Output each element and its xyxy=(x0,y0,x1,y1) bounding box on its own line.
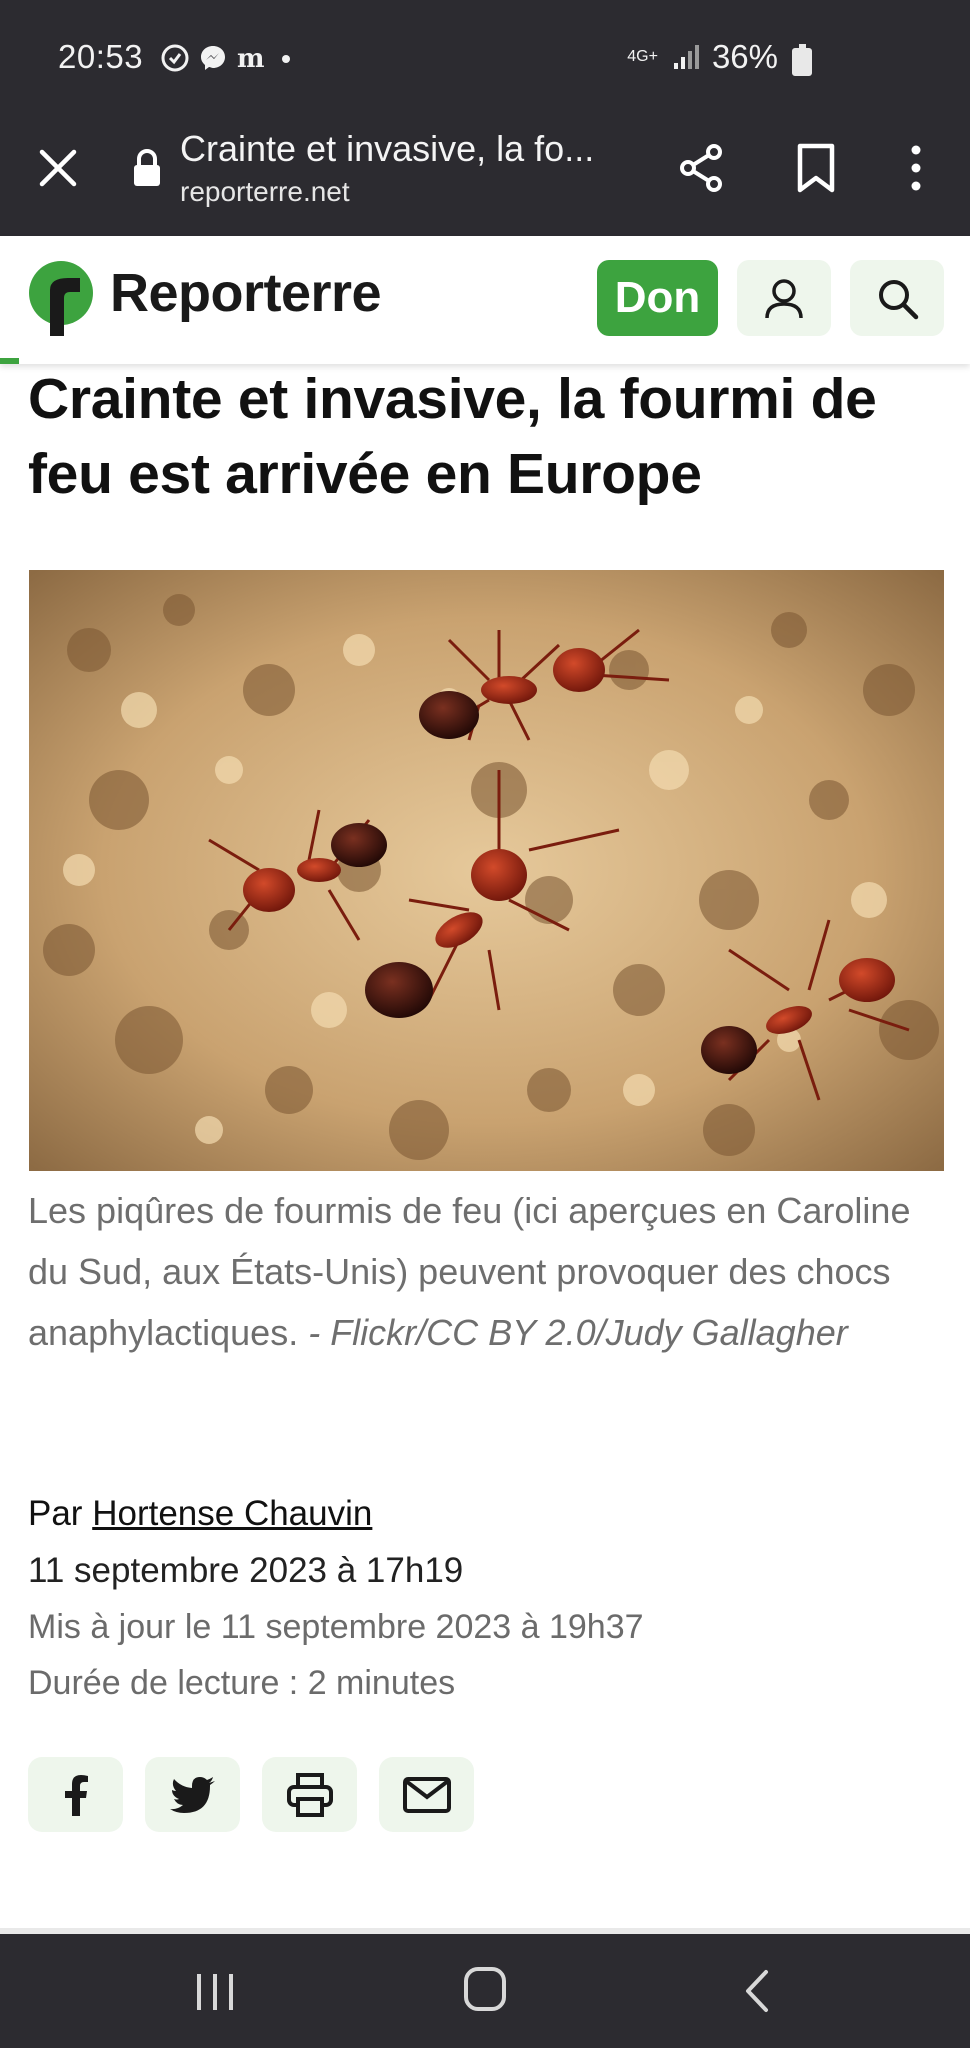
byline-prefix: Par xyxy=(28,1494,93,1533)
image-caption: Les piqûres de fourmis de feu (ici aperç… xyxy=(28,1180,948,1363)
facebook-icon xyxy=(64,1774,88,1816)
sync-icon xyxy=(161,44,189,72)
lock-icon xyxy=(134,149,160,186)
share-buttons xyxy=(28,1757,474,1832)
updated-date: Mis à jour le 11 septembre 2023 à 19h37 xyxy=(28,1608,644,1646)
reading-progress-fill xyxy=(0,358,20,364)
account-button[interactable] xyxy=(737,260,831,336)
status-bar: 20:53 m 4G+ 36% xyxy=(0,0,970,118)
system-nav-bar xyxy=(0,1934,970,2048)
share-icon[interactable] xyxy=(676,142,728,194)
publish-date: 11 septembre 2023 à 17h19 xyxy=(28,1551,464,1590)
reading-time: Durée de lecture : 2 minutes xyxy=(28,1664,456,1702)
print-icon xyxy=(286,1772,333,1817)
search-icon xyxy=(879,280,919,320)
network-type: 4G+ xyxy=(627,48,658,65)
user-icon xyxy=(765,279,803,319)
page-title: Crainte et invasive, la fo... xyxy=(180,128,595,169)
mail-icon xyxy=(402,1776,451,1813)
caption-credit: - Flickr/CC BY 2.0/Judy Gallagher xyxy=(298,1312,848,1353)
back-icon[interactable] xyxy=(742,1968,772,2014)
bookmark-icon[interactable] xyxy=(794,142,838,194)
reporterre-logo-icon[interactable] xyxy=(28,260,94,336)
battery-icon xyxy=(792,44,812,76)
share-email-button[interactable] xyxy=(379,1757,474,1832)
browser-toolbar: Crainte et invasive, la fo... reporterre… xyxy=(0,118,970,236)
messenger-icon xyxy=(201,46,225,70)
close-icon[interactable] xyxy=(36,146,80,190)
recent-apps-icon[interactable] xyxy=(193,1972,237,2012)
signal-icon xyxy=(673,45,699,69)
donate-button[interactable]: Don xyxy=(597,260,718,336)
notification-icons: m xyxy=(160,43,296,73)
home-icon[interactable] xyxy=(463,1966,507,2012)
dot-icon xyxy=(282,55,290,63)
print-button[interactable] xyxy=(262,1757,357,1832)
site-logo-text[interactable]: Reporterre xyxy=(110,262,382,324)
status-right: 4G+ 36% xyxy=(627,38,810,76)
more-options-icon[interactable] xyxy=(902,142,930,194)
twitter-icon xyxy=(169,1776,215,1813)
share-twitter-button[interactable] xyxy=(145,1757,240,1832)
page-url: reporterre.net xyxy=(180,176,350,207)
newspaper-app-icon: m xyxy=(237,44,265,73)
battery-percent: 36% xyxy=(711,38,778,75)
author-link[interactable]: Hortense Chauvin xyxy=(92,1494,372,1533)
article-headline: Crainte et invasive, la fourmi de feu es… xyxy=(28,367,877,506)
byline: Par Hortense Chauvin xyxy=(28,1494,372,1534)
share-facebook-button[interactable] xyxy=(28,1757,123,1832)
site-header: Reporterre Don xyxy=(0,236,970,364)
article-hero-image[interactable] xyxy=(29,570,944,1171)
search-button[interactable] xyxy=(850,260,944,336)
svg-text:m: m xyxy=(237,44,265,73)
status-time: 20:53 xyxy=(58,38,144,75)
fire-ants-photo xyxy=(29,570,944,1171)
